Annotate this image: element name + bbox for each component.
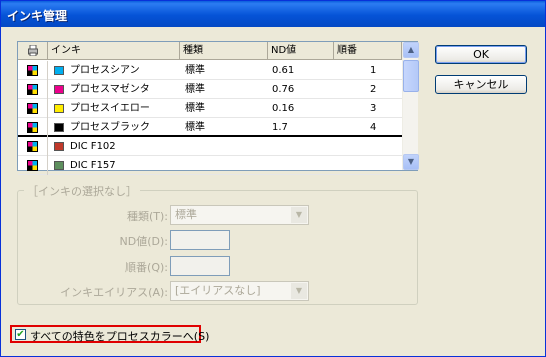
ink-settings-group: ［インキの選択なし］ 種類(T): 標準 ▼ ND値(D): 順番(Q): イン… — [17, 183, 418, 305]
ink-order: 3 — [370, 103, 377, 114]
ink-order: 1 — [370, 65, 377, 76]
title-bar: インキ管理 — [1, 1, 545, 27]
dialog-content: インキ 種類 ND値 順番 プロセスシアン 標準 0.61 1 プロセスマゼンタ 標準 0.… — [1, 27, 545, 356]
ink-name: プロセスシアン — [70, 65, 140, 76]
type-select-value: 標準 — [175, 208, 197, 221]
ink-name: DIC F102 — [70, 141, 116, 152]
cmyk-process-icon[interactable] — [27, 84, 38, 95]
ink-list[interactable]: インキ 種類 ND値 順番 プロセスシアン 標準 0.61 1 プロセスマゼンタ 標準 0.… — [17, 41, 419, 175]
ink-row[interactable]: プロセスマゼンタ 標準 0.76 2 — [18, 80, 402, 99]
ink-row[interactable]: DIC F102 — [18, 137, 402, 156]
print-toggle[interactable] — [18, 137, 48, 156]
scroll-thumb[interactable] — [403, 60, 419, 92]
ink-row[interactable]: DIC F157 — [18, 156, 402, 175]
cmyk-process-icon[interactable] — [27, 65, 38, 76]
spot-to-process-label: すべての特色をプロセスカラーへ(S) — [30, 330, 210, 343]
scroll-down-icon[interactable]: ▼ — [403, 154, 419, 170]
print-toggle[interactable] — [18, 156, 48, 175]
alias-select-value: [エイリアスなし] — [175, 284, 261, 297]
type-label: 種類(T): — [126, 210, 168, 223]
ink-nd-value: 1.7 — [272, 122, 288, 133]
chevron-down-icon[interactable]: ▼ — [291, 207, 307, 223]
ok-button[interactable]: OK — [435, 45, 527, 64]
print-toggle[interactable] — [18, 61, 48, 80]
print-toggle[interactable] — [18, 99, 48, 118]
ink-row[interactable]: プロセスシアン 標準 0.61 1 — [18, 61, 402, 80]
ink-order: 4 — [370, 122, 377, 133]
cmyk-process-icon[interactable] — [27, 122, 38, 133]
ink-type — [185, 156, 265, 175]
nd-label: ND値(D): — [119, 235, 168, 248]
spot-to-process-option[interactable]: ✔ すべての特色をプロセスカラーへ(S) — [10, 325, 209, 343]
ink-nd-value: 0.76 — [272, 84, 295, 95]
cmyk-process-icon[interactable] — [27, 103, 38, 114]
order-input[interactable] — [170, 256, 230, 276]
ink-nd-value — [272, 156, 332, 175]
alias-select[interactable]: [エイリアスなし] ▼ — [170, 281, 309, 301]
color-swatch — [54, 66, 64, 75]
ink-type: 標準 — [185, 65, 205, 76]
ink-nd-value: 0.16 — [272, 103, 295, 114]
ink-type: 標準 — [185, 84, 205, 95]
column-header-nd[interactable]: ND値 — [268, 42, 334, 59]
cancel-button[interactable]: キャンセル — [435, 75, 527, 94]
color-swatch — [54, 123, 64, 132]
cmyk-process-icon[interactable] — [27, 160, 38, 171]
nd-input[interactable] — [170, 230, 230, 250]
ink-type — [185, 137, 265, 156]
column-header-ink[interactable]: インキ — [48, 42, 180, 59]
scroll-up-icon[interactable]: ▲ — [403, 42, 419, 58]
ink-order — [370, 137, 390, 156]
group-title: ［インキの選択なし］ — [24, 183, 140, 199]
ink-name: プロセスイエロー — [70, 103, 150, 114]
spot-to-process-checkbox[interactable]: ✔ — [15, 329, 26, 340]
ink-order: 2 — [370, 84, 377, 95]
ink-name: DIC F157 — [70, 160, 116, 171]
ink-type: 標準 — [185, 122, 205, 133]
ink-list-header: インキ 種類 ND値 順番 — [18, 42, 402, 60]
ink-name: プロセスブラック — [70, 122, 150, 133]
column-header-type[interactable]: 種類 — [180, 42, 268, 59]
color-swatch — [54, 104, 64, 113]
alias-label: インキエイリアス(A): — [60, 286, 168, 299]
print-toggle[interactable] — [18, 80, 48, 99]
ink-row[interactable]: プロセスイエロー 標準 0.16 3 — [18, 99, 402, 118]
ink-manager-dialog: インキ管理 インキ 種類 ND値 順番 プロセスシアン 標準 0.61 1 プロセスマゼ… — [0, 0, 546, 357]
ink-list-scrollbar[interactable]: ▲ ▼ — [402, 42, 419, 170]
column-header-order[interactable]: 順番 — [334, 42, 402, 59]
chevron-down-icon[interactable]: ▼ — [291, 283, 307, 299]
ink-type: 標準 — [185, 103, 205, 114]
color-swatch — [54, 85, 64, 94]
cmyk-process-icon[interactable] — [27, 141, 38, 152]
window-title: インキ管理 — [7, 9, 68, 23]
ink-nd-value: 0.61 — [272, 65, 295, 76]
ink-order — [370, 156, 390, 175]
color-swatch — [54, 142, 64, 151]
printer-icon[interactable] — [18, 42, 48, 59]
type-select[interactable]: 標準 ▼ — [170, 205, 309, 225]
ink-row[interactable]: プロセスブラック 標準 1.7 4 — [18, 118, 402, 137]
color-swatch — [54, 161, 64, 170]
ink-name: プロセスマゼンタ — [70, 84, 150, 95]
order-label: 順番(Q): — [125, 261, 168, 274]
print-toggle[interactable] — [18, 118, 48, 137]
ink-nd-value — [272, 137, 332, 156]
